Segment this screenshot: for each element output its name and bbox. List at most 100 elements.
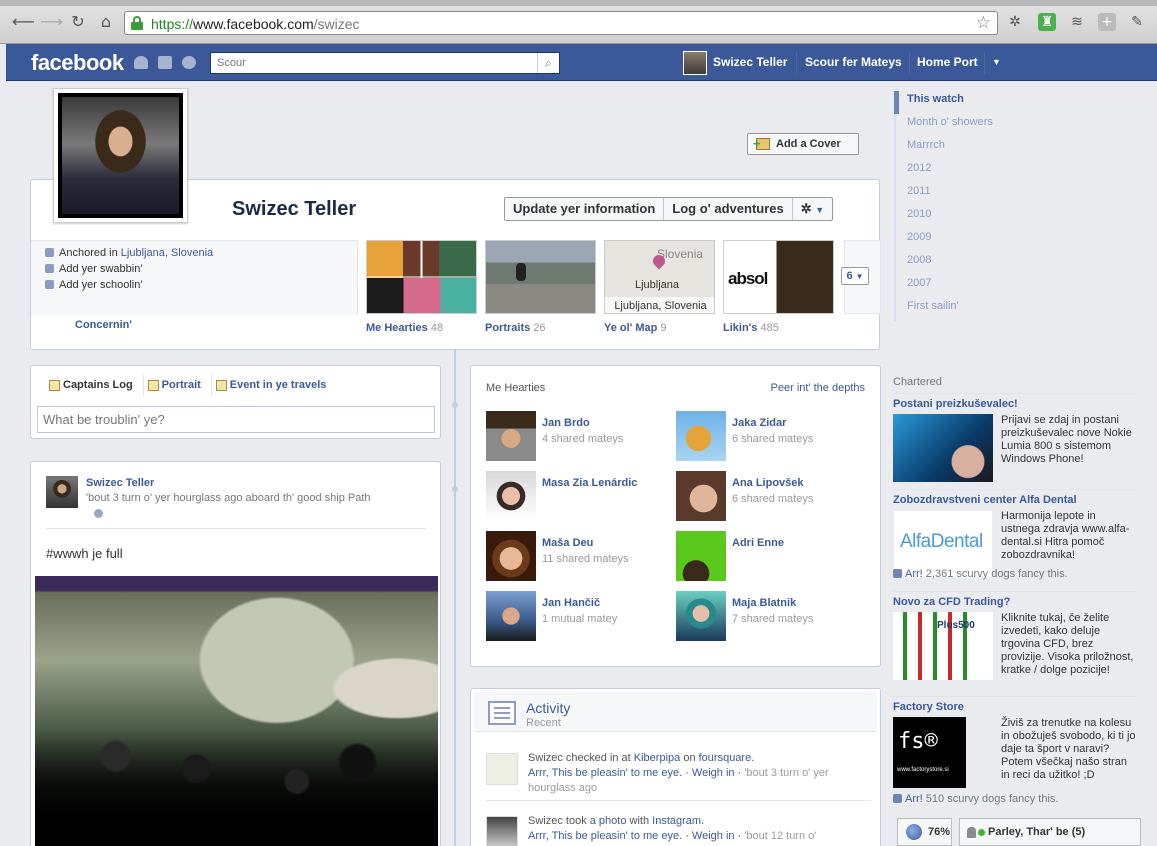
timeline-nav-item[interactable]: 2011 [894,183,1144,206]
ad-like-link[interactable]: Arr! [905,568,923,580]
place-link[interactable]: Kiberpipa [634,752,680,764]
friend-name[interactable]: Jan Brdo [542,417,590,429]
ad-title[interactable]: Factory Store [893,701,964,713]
ad-image[interactable] [893,414,993,482]
timeline-nav-item[interactable]: This watch [894,91,1144,114]
friend-name[interactable]: Maja Blatnik [732,597,796,609]
lives-in-link[interactable]: Ljubljana, Slovenia [121,247,213,259]
like-link[interactable]: Arrr, This be pleasin' to me eye. [528,767,682,779]
friend-item[interactable]: Jan Brdo 4 shared mateys [486,411,676,461]
activity-log-button[interactable]: Log o' adventures [664,198,793,220]
like-link[interactable]: Arrr, This be pleasin' to me eye. [528,830,682,842]
profile-link[interactable]: Swizec Teller [713,55,787,69]
friend-requests-tab[interactable]: 76% [897,818,952,846]
profile-picture[interactable] [53,88,188,223]
friend-name[interactable]: Masa Zia Lenárdic [542,477,637,489]
ad-image[interactable]: Plus500 [893,612,993,680]
friend-name[interactable]: Jan Hančič [542,597,600,609]
timeline-nav-item[interactable]: 2009 [894,229,1144,252]
about-link[interactable]: Concernin' [75,319,132,331]
bookmark-star-icon[interactable]: ☆ [976,13,991,33]
search-icon[interactable]: ⌕ [537,53,559,73]
messages-icon[interactable] [158,56,172,69]
map-tile-label[interactable]: Ye ol' Map 9 [604,322,667,334]
friend-mutual-count[interactable]: 6 shared mateys [732,493,813,505]
find-friends-link[interactable]: Scour fer Mateys [805,55,902,69]
reload-icon[interactable]: ↻ [68,12,88,32]
browser-tabstrip[interactable] [0,0,1157,6]
user-avatar[interactable] [683,51,707,75]
friend-mutual-count[interactable]: 7 shared mateys [732,613,813,625]
chevron-down-icon[interactable]: ▼ [992,57,1001,67]
friend-avatar[interactable] [676,411,726,461]
notifications-globe-icon[interactable] [182,56,196,69]
comment-link[interactable]: Weigh in [692,767,735,779]
status-input[interactable]: What be troublin' ye? [37,406,435,433]
friend-item[interactable]: Maja Blatnik 7 shared mateys [676,591,866,641]
update-info-button[interactable]: Update yer information [505,198,665,220]
wrench-icon[interactable]: ✎ [1128,13,1146,31]
timestamp[interactable]: 'bout 12 turn o' [744,830,816,842]
friend-avatar[interactable] [486,531,536,581]
timeline-nav-item[interactable]: 2007 [894,275,1144,298]
back-icon[interactable]: ⟵ [12,12,35,32]
friend-avatar[interactable] [676,591,726,641]
home-icon[interactable]: ⌂ [96,12,116,32]
add-cover-button[interactable]: Add a Cover [747,133,859,155]
friend-name[interactable]: Jaka Zidar [732,417,786,429]
photos-tile[interactable] [485,240,596,314]
likes-tile-label[interactable]: Likin's 485 [723,322,779,334]
friend-mutual-count[interactable]: 6 shared mateys [732,433,813,445]
composer-tab-life-event[interactable]: Event in ye travels [212,374,337,396]
friend-avatar[interactable] [486,471,536,521]
friend-item[interactable]: Jaka Zidar 6 shared mateys [676,411,866,461]
ad-title[interactable]: Postani preizkuševalec! [893,398,1018,410]
composer-tab-status[interactable]: Captains Log [45,374,144,396]
friend-avatar[interactable] [486,591,536,641]
timeline-nav-item[interactable]: First sailin' [894,298,1144,321]
add-extension-icon[interactable]: + [1098,13,1116,31]
timeline-nav-item[interactable]: 2012 [894,160,1144,183]
add-work-link[interactable]: Add yer swabbin' [45,263,142,275]
friend-requests-icon[interactable] [134,56,148,69]
post-author-link[interactable]: Swizec Teller [86,477,154,489]
photos-tile-label[interactable]: Portraits 26 [485,322,546,334]
app-link[interactable]: Instagram [652,815,701,827]
comment-link[interactable]: Weigh in [692,830,735,842]
layers-extension-icon[interactable]: ≋ [1068,13,1086,31]
instagram-photo-thumbnail[interactable] [486,816,518,846]
photo-link[interactable]: a photo [590,815,627,827]
chat-button[interactable]: Parley, Thar' be (5) [959,818,1141,846]
friend-item[interactable]: Adri Enne [676,531,866,581]
timeline-nav-item[interactable]: Month o' showers [894,114,1144,137]
ad-item[interactable]: Novo za CFD Trading? Plus500 Kliknite tu… [893,591,1137,696]
audience-icon[interactable] [94,509,103,518]
author-avatar[interactable] [46,476,78,508]
friends-tile[interactable] [366,240,477,314]
friend-avatar[interactable] [486,411,536,461]
friend-item[interactable]: Masa Zia Lenárdic [486,471,676,521]
ad-image[interactable]: fs® www.factorystore.si [893,717,966,788]
timeline-nav-item[interactable]: Marrrch [894,137,1144,160]
post-photo[interactable] [35,576,438,846]
friend-mutual-count[interactable]: 11 shared mateys [542,553,629,565]
friend-name[interactable]: Adri Enne [732,537,784,549]
friend-mutual-count[interactable]: 4 shared mateys [542,433,623,445]
ad-item[interactable]: Postani preizkuševalec! Prijavi se zdaj … [893,393,1137,490]
ad-title[interactable]: Novo za CFD Trading? [893,596,1010,608]
evernote-extension-icon[interactable]: ♜ [1038,13,1056,31]
composer-tab-photo[interactable]: Portrait [144,374,212,396]
friend-avatar[interactable] [676,471,726,521]
friends-tile-label[interactable]: Me Hearties 48 [366,322,443,334]
app-link[interactable]: foursquare [699,752,752,764]
see-all-friends-link[interactable]: Peer int' the depths [771,382,865,394]
home-link[interactable]: Home Port [917,55,978,69]
friend-avatar[interactable] [676,531,726,581]
ad-title[interactable]: Zobozdravstveni center Alfa Dental [893,494,1077,506]
add-school-link[interactable]: Add yer schoolin' [45,279,142,291]
map-tile[interactable]: Slovenia Ljubljana Ljubljana, Slovenia [604,240,715,314]
address-bar[interactable]: https://www.facebook.com/swizec ☆ [124,11,998,35]
timeline-nav-item[interactable]: 2010 [894,206,1144,229]
settings-gear-icon[interactable]: ✲ [1006,13,1024,31]
friend-name[interactable]: Ana Lipovšek [732,477,804,489]
